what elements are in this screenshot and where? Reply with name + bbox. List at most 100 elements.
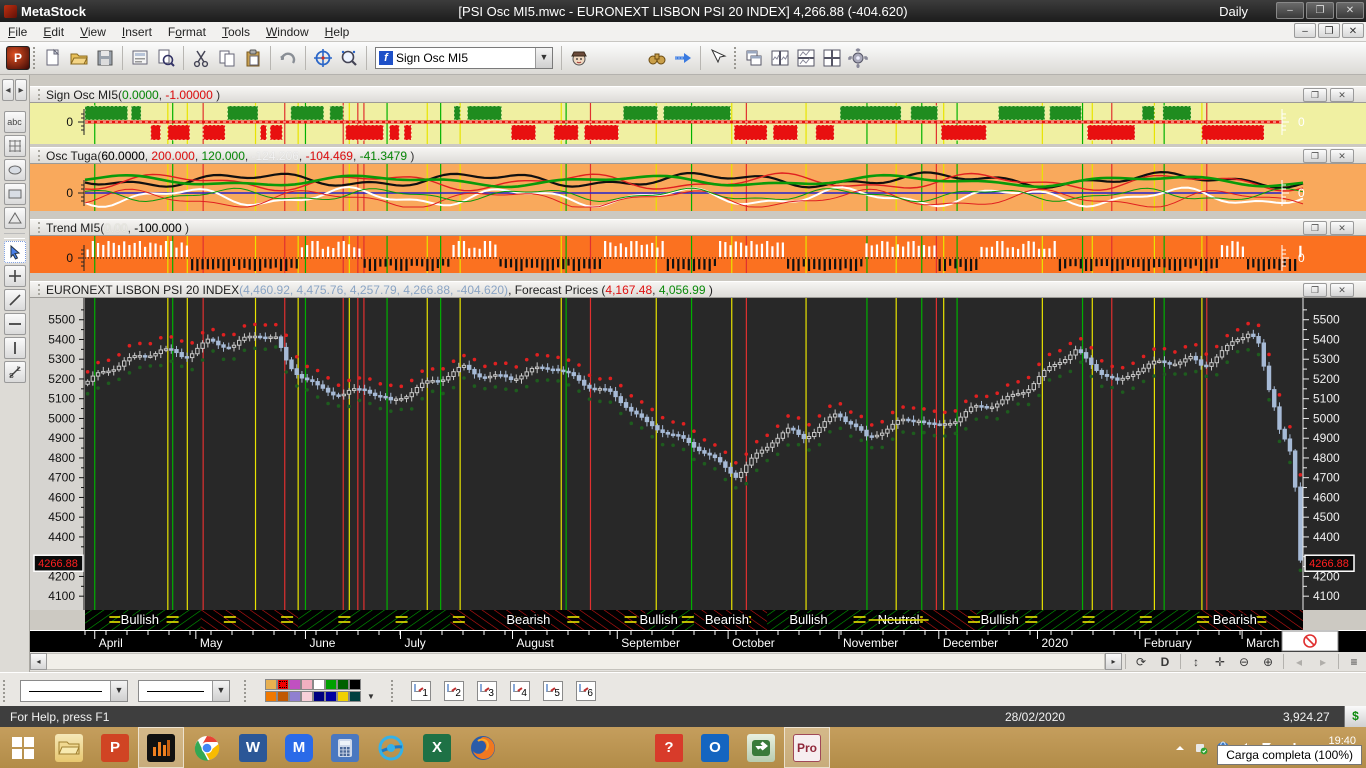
tool-ellipse[interactable]: [4, 159, 26, 181]
new-button[interactable]: [40, 45, 66, 71]
line-style-combo[interactable]: ▼: [20, 680, 128, 702]
taskbar-chrome[interactable]: [184, 727, 230, 768]
menu-edit[interactable]: Edit: [35, 23, 72, 41]
taskbar-word[interactable]: W: [230, 727, 276, 768]
save-button[interactable]: [92, 45, 118, 71]
program-logo-button[interactable]: P: [6, 46, 30, 70]
zoom-out-button[interactable]: ⊖: [1232, 653, 1256, 670]
tool-next[interactable]: ▸: [15, 79, 27, 101]
taskbar-firefox[interactable]: [460, 727, 506, 768]
tool-vertical-line[interactable]: [4, 337, 26, 359]
minimize-button[interactable]: –: [1276, 2, 1304, 19]
chevron-up-icon[interactable]: [1174, 742, 1186, 754]
chevron-down-icon[interactable]: ▼: [110, 681, 127, 701]
panel-restore-button[interactable]: ❐: [1303, 283, 1327, 297]
palette-color-4[interactable]: [301, 679, 313, 690]
resize-vertical-button[interactable]: ↕: [1184, 653, 1208, 670]
cut-button[interactable]: [188, 45, 214, 71]
menu-window[interactable]: Window: [258, 23, 317, 41]
palette-color-7[interactable]: [337, 679, 349, 690]
palette-color-5[interactable]: [313, 679, 325, 690]
tool-pointer[interactable]: [4, 241, 26, 263]
taskbar-metastock[interactable]: [138, 727, 184, 768]
minimize-button[interactable]: –: [1294, 23, 1316, 38]
taskbar-file-explorer[interactable]: [46, 727, 92, 768]
taskbar-excel[interactable]: X: [414, 727, 460, 768]
menu-format[interactable]: Format: [160, 23, 214, 41]
scrollbar-track[interactable]: [47, 653, 1105, 670]
line-weight-combo[interactable]: ▼: [138, 680, 230, 702]
tool-trendline[interactable]: [4, 289, 26, 311]
saved-chart-button-4[interactable]: 4: [510, 681, 530, 701]
taskbar-help-viewer[interactable]: ?: [646, 727, 692, 768]
palette-color-8[interactable]: [349, 679, 361, 690]
tool-grid[interactable]: [4, 135, 26, 157]
saved-chart-button-2[interactable]: 2: [444, 681, 464, 701]
tool-horizontal-line[interactable]: [4, 313, 26, 335]
cascade-button[interactable]: [741, 45, 767, 71]
menu-help[interactable]: Help: [317, 23, 358, 41]
taskbar-powerpoint[interactable]: P: [92, 727, 138, 768]
preview-button[interactable]: [153, 45, 179, 71]
panel-restore-button[interactable]: ❐: [1303, 88, 1327, 102]
palette-color-13[interactable]: [313, 691, 325, 702]
indicator-fx-button[interactable]: [592, 45, 618, 71]
menu-insert[interactable]: Insert: [114, 23, 160, 41]
close-button[interactable]: ✕: [1336, 2, 1364, 19]
panel-restore-button[interactable]: ❐: [1303, 149, 1327, 163]
saved-chart-button-3[interactable]: 3: [477, 681, 497, 701]
tile-quad-button[interactable]: [819, 45, 845, 71]
zoom-in-button[interactable]: ⊕: [1256, 653, 1280, 670]
palette-color-16[interactable]: [349, 691, 361, 702]
palette-dropdown-icon[interactable]: ▼: [367, 692, 375, 701]
panel-main-chart[interactable]: 5500550054005400530053005200520051005100…: [30, 298, 1366, 610]
periodicity-daily-button[interactable]: D: [1153, 653, 1177, 670]
saved-chart-button-6[interactable]: 6: [576, 681, 596, 701]
close-button[interactable]: ✕: [1342, 23, 1364, 38]
menu-tools[interactable]: Tools: [214, 23, 258, 41]
tool-semilog[interactable]: SL: [4, 361, 26, 383]
copy-button[interactable]: [214, 45, 240, 71]
tool-prev[interactable]: ◂: [2, 79, 14, 101]
taskbar-start[interactable]: [0, 727, 46, 768]
panel-close-button[interactable]: ✕: [1330, 149, 1354, 163]
palette-color-2[interactable]: [277, 679, 289, 690]
pan-chart-button[interactable]: ✛: [1208, 653, 1232, 670]
tool-text-abc[interactable]: abc: [4, 111, 26, 133]
usb-safe-icon[interactable]: [1194, 741, 1208, 755]
palette-color-10[interactable]: [277, 691, 289, 702]
expert-advisor-button[interactable]: [566, 45, 592, 71]
panel-close-button[interactable]: ✕: [1330, 283, 1354, 297]
taskbar-calculator[interactable]: [322, 727, 368, 768]
restore-button[interactable]: ❐: [1318, 23, 1340, 38]
saved-chart-button-1[interactable]: 1: [411, 681, 431, 701]
forecast-arrow-button[interactable]: [670, 45, 696, 71]
layout-button[interactable]: [127, 45, 153, 71]
panel-close-button[interactable]: ✕: [1330, 88, 1354, 102]
zoom-box-button[interactable]: [336, 45, 362, 71]
options-gear-button[interactable]: [845, 45, 871, 71]
tile-horizontal-button[interactable]: [793, 45, 819, 71]
tile-vertical-button[interactable]: [767, 45, 793, 71]
palette-color-11[interactable]: [289, 691, 301, 702]
panel-header-sign-osc[interactable]: Sign Osc MI5 (0.0000, -1.00000 )❐✕: [30, 86, 1366, 103]
panel-sign-osc[interactable]: 00: [30, 103, 1366, 144]
scroll-right-button[interactable]: ▸: [1105, 653, 1122, 670]
context-help-button[interactable]: [705, 45, 731, 71]
page-left-button[interactable]: ◂: [1287, 653, 1311, 670]
taskbar-internet-explorer[interactable]: [368, 727, 414, 768]
saved-chart-button-5[interactable]: 5: [543, 681, 563, 701]
scroll-refresh-button[interactable]: ⟳: [1129, 653, 1153, 670]
scroll-left-button[interactable]: ◂: [30, 653, 47, 670]
taskbar-metastock-pro[interactable]: Pro: [784, 727, 830, 768]
open-button[interactable]: [66, 45, 92, 71]
palette-color-1[interactable]: [265, 679, 277, 690]
tool-rectangle[interactable]: [4, 183, 26, 205]
panel-close-button[interactable]: ✕: [1330, 221, 1354, 235]
explorer-binoculars-button[interactable]: [644, 45, 670, 71]
chevron-down-icon[interactable]: ▼: [535, 48, 552, 68]
palette-color-14[interactable]: [325, 691, 337, 702]
page-right-button[interactable]: ▸: [1311, 653, 1335, 670]
palette-color-12[interactable]: [301, 691, 313, 702]
tool-triangle[interactable]: [4, 207, 26, 229]
